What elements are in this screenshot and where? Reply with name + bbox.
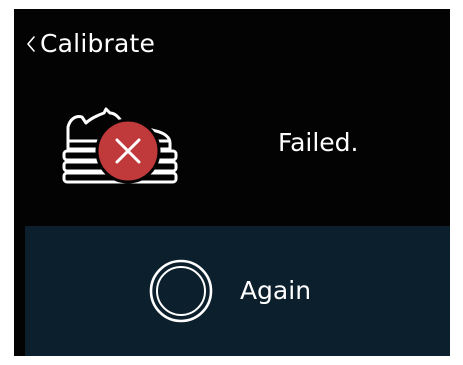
again-label[interactable]: Again <box>240 276 311 306</box>
back-button[interactable]: Calibrate <box>24 27 155 61</box>
calibration-status: Failed. <box>14 93 450 193</box>
page-title: Calibrate <box>40 29 156 58</box>
status-message: Failed. <box>278 128 359 157</box>
again-button[interactable]: Again <box>25 226 450 356</box>
shoe-on-scale-icon <box>46 101 196 193</box>
chevron-left-icon <box>24 32 38 56</box>
again-button-content[interactable]: Again <box>148 258 311 324</box>
device-screen: Calibrate Failed. Again <box>14 9 450 356</box>
ring-button-icon[interactable] <box>148 258 214 324</box>
close-icon <box>95 118 161 184</box>
